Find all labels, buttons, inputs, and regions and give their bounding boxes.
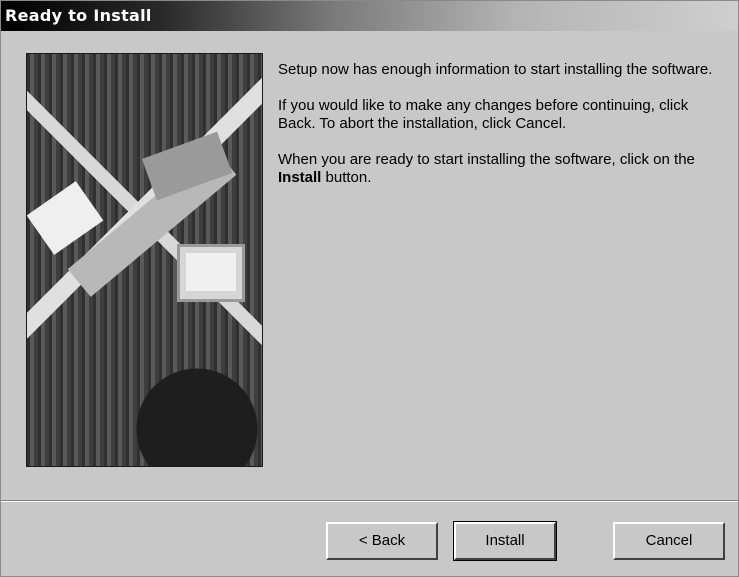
message-line-1: Setup now has enough information to star… (278, 61, 713, 78)
dialog-title: Ready to Install (5, 6, 152, 25)
install-button[interactable]: Install (453, 521, 557, 561)
message-area: Setup now has enough information to star… (278, 61, 723, 205)
message-line-3-prefix: When you are ready to start installing t… (278, 151, 695, 168)
install-button-label: Install (485, 532, 525, 549)
install-keyword: Install (278, 169, 322, 186)
cancel-button-label: Cancel (645, 532, 693, 549)
back-button-label: < Back (358, 532, 406, 549)
message-line-3-suffix: button. (321, 169, 372, 186)
back-button[interactable]: < Back (326, 522, 438, 560)
monitor-icon (177, 244, 245, 302)
installer-dialog: Ready to Install Setup now has enough in… (0, 0, 739, 577)
monitor-screen (186, 253, 236, 291)
installer-banner-image (26, 53, 263, 467)
message-line-2: If you would like to make any changes be… (278, 97, 689, 132)
title-bar: Ready to Install (1, 1, 738, 31)
cancel-button[interactable]: Cancel (613, 522, 725, 560)
disk-graphic (27, 181, 104, 255)
message-line-3: When you are ready to start installing t… (278, 151, 723, 187)
button-divider (1, 500, 738, 502)
